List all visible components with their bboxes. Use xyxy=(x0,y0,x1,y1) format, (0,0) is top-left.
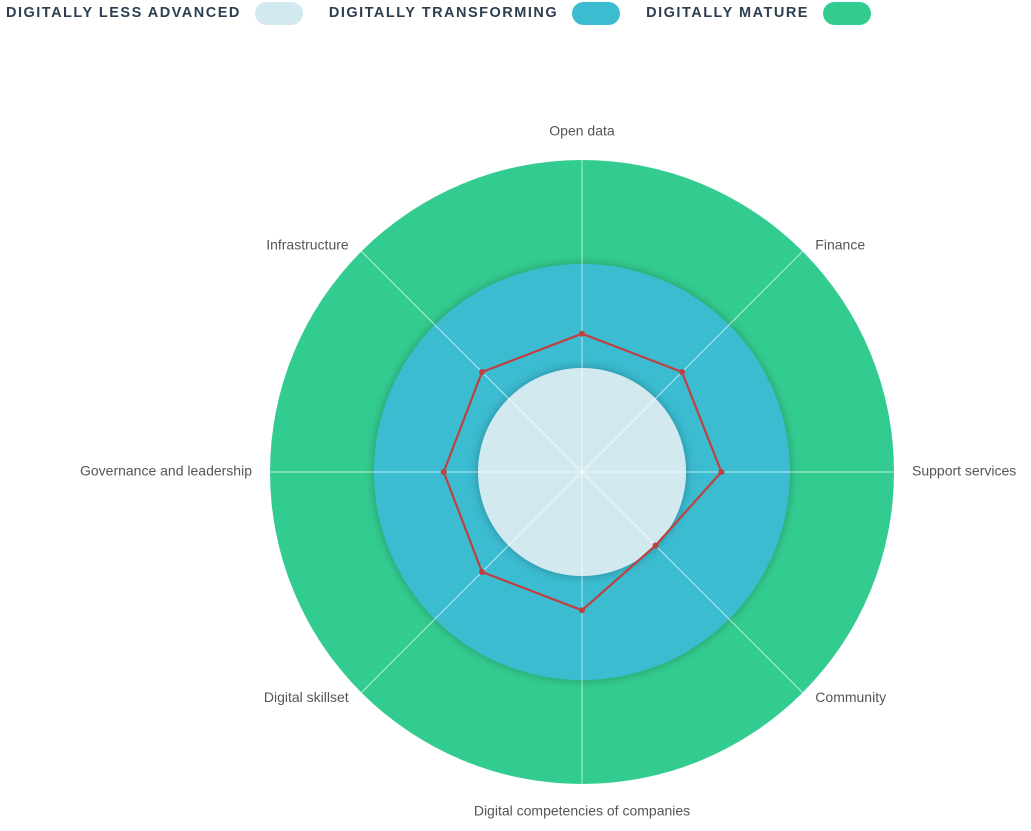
axis-label: Open data xyxy=(549,123,615,139)
axis-label: Finance xyxy=(815,236,865,252)
data-point[interactable] xyxy=(579,607,585,614)
data-point[interactable] xyxy=(479,569,485,575)
data-point[interactable] xyxy=(652,542,659,549)
radar-chart: Open data Finance Support services Communit… xyxy=(80,123,1016,819)
axis-label: Digital skillset xyxy=(264,689,349,705)
spokes-layer xyxy=(270,160,894,784)
axis-label: Support services xyxy=(912,463,1016,479)
data-point[interactable] xyxy=(440,469,447,475)
axis-label: Infrastructure xyxy=(266,236,349,252)
data-point[interactable] xyxy=(579,330,585,337)
axis-label: Digital competencies of companies xyxy=(474,803,690,819)
data-point[interactable] xyxy=(679,369,685,375)
axis-label: Community xyxy=(815,689,886,705)
data-point[interactable] xyxy=(479,369,485,375)
data-point[interactable] xyxy=(718,469,725,475)
axis-label: Governance and leadership xyxy=(80,463,252,479)
